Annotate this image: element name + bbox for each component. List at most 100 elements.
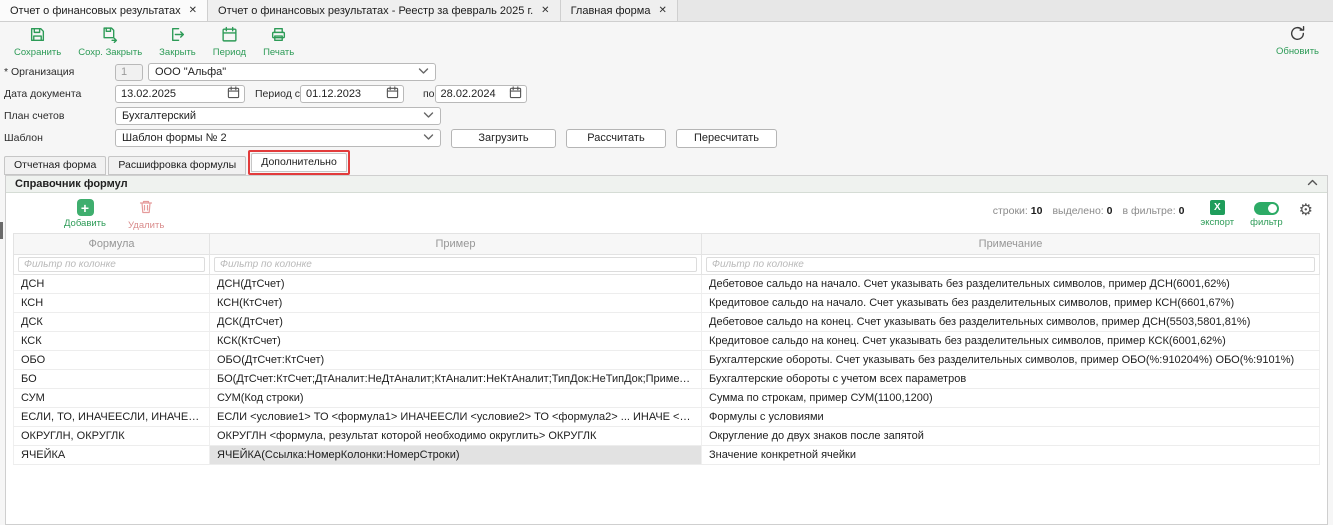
exit-door-icon — [169, 26, 186, 46]
close-button[interactable]: Закрыть — [159, 26, 196, 58]
organization-select[interactable]: ООО "Альфа" — [148, 63, 436, 81]
window-tab-main-form[interactable]: Главная форма ✕ — [561, 0, 678, 21]
table-cell[interactable]: Дебетовое сальдо на конец. Счет указыват… — [702, 313, 1320, 332]
table-cell[interactable]: Бухгалтерские обороты. Счет указывать бе… — [702, 351, 1320, 370]
table-row[interactable]: ЕСЛИ, ТО, ИНАЧЕЕСЛИ, ИНАЧЕ, КОНЕЦЕСЛИ <у… — [14, 408, 1320, 427]
toggle-on-icon[interactable] — [1254, 202, 1279, 215]
table-cell[interactable]: КСН(КтСчет) — [210, 294, 702, 313]
print-button[interactable]: Печать — [263, 26, 294, 58]
table-row[interactable]: КСККСК(КтСчет)Кредитовое сальдо на конец… — [14, 332, 1320, 351]
chart-of-accounts-select[interactable]: Бухгалтерский — [115, 107, 441, 125]
table-cell[interactable]: ОБО — [14, 351, 210, 370]
recalculate-button[interactable]: Пересчитать — [676, 129, 777, 148]
period-to-input[interactable] — [436, 87, 509, 101]
window-tab-label: Отчет о финансовых результатах - Реестр … — [218, 5, 533, 17]
filter-toggle[interactable]: фильтр — [1250, 200, 1283, 228]
period-from-input[interactable] — [301, 87, 386, 101]
table-cell[interactable]: ОБО(ДтСчет:КтСчет) — [210, 351, 702, 370]
table-cell[interactable]: БО — [14, 370, 210, 389]
period-from-field[interactable] — [300, 85, 404, 103]
table-cell[interactable]: СУМ — [14, 389, 210, 408]
load-button[interactable]: Загрузить — [451, 129, 556, 148]
table-row[interactable]: КСНКСН(КтСчет)Кредитовое сальдо на начал… — [14, 294, 1320, 313]
add-row-button[interactable]: + Добавить — [64, 199, 106, 229]
table-cell[interactable]: КСН — [14, 294, 210, 313]
table-row[interactable]: ДСНДСН(ДтСчет)Дебетовое сальдо на начало… — [14, 275, 1320, 294]
tab-report-form[interactable]: Отчетная форма — [4, 156, 106, 175]
table-filter-row — [14, 255, 1320, 275]
table-cell[interactable]: Сумма по строкам, пример СУМ(1100,1200) — [702, 389, 1320, 408]
table-cell[interactable]: Кредитовое сальдо на конец. Счет указыва… — [702, 332, 1320, 351]
table-cell[interactable]: Дебетовое сальдо на начало. Счет указыва… — [702, 275, 1320, 294]
table-row[interactable]: ЯЧЕЙКАЯЧЕЙКА(Ссылка:НомерКолонки:НомерСт… — [14, 446, 1320, 465]
gear-icon[interactable]: ⚙ — [1299, 203, 1313, 219]
close-icon[interactable]: ✕ — [541, 6, 549, 16]
save-button[interactable]: Сохранить — [14, 26, 61, 58]
table-row[interactable]: БОБО(ДтСчет:КтСчет;ДтАналит:НеДтАналит;К… — [14, 370, 1320, 389]
table-cell[interactable]: ЯЧЕЙКА(Ссылка:НомерКолонки:НомерСтроки) — [210, 446, 702, 465]
column-header-note[interactable]: Примечание — [702, 234, 1320, 255]
table-cell[interactable]: Бухгалтерские обороты с учетом всех пара… — [702, 370, 1320, 389]
table-cell[interactable]: СУМ(Код строки) — [210, 389, 702, 408]
calendar-icon[interactable] — [386, 86, 399, 102]
filtered-count-label: в фильтре: — [1122, 205, 1175, 217]
refresh-label: Обновить — [1276, 46, 1319, 57]
window-tab-registry[interactable]: Отчет о финансовых результатах - Реестр … — [208, 0, 561, 21]
save-label: Сохранить — [14, 47, 61, 58]
filter-input-note[interactable] — [706, 257, 1315, 272]
form-row-dates: Дата документа Период с по — [4, 83, 1333, 105]
table-cell[interactable]: ДСН(ДтСчет) — [210, 275, 702, 294]
column-header-formula[interactable]: Формула — [14, 234, 210, 255]
filter-input-formula[interactable] — [18, 257, 205, 272]
filter-input-example[interactable] — [214, 257, 697, 272]
table-cell[interactable]: ДСК(ДтСчет) — [210, 313, 702, 332]
table-cell[interactable]: Значение конкретной ячейки — [702, 446, 1320, 465]
delete-row-button[interactable]: Удалить — [128, 199, 164, 231]
close-icon[interactable]: ✕ — [189, 6, 197, 16]
print-label: Печать — [263, 47, 294, 58]
doc-date-input[interactable] — [116, 87, 227, 101]
calendar-icon[interactable] — [227, 86, 240, 102]
table-row[interactable]: СУМСУМ(Код строки)Сумма по строкам, прим… — [14, 389, 1320, 408]
table-cell[interactable]: БО(ДтСчет:КтСчет;ДтАналит:НеДтАналит;КтА… — [210, 370, 702, 389]
refresh-button[interactable]: Обновить — [1276, 25, 1319, 57]
table-row[interactable]: ДСКДСК(ДтСчет)Дебетовое сальдо на конец.… — [14, 313, 1320, 332]
table-cell[interactable]: ЕСЛИ <условие1> ТО <формула1> ИНАЧЕЕСЛИ … — [210, 408, 702, 427]
table-row[interactable]: ОБООБО(ДтСчет:КтСчет)Бухгалтерские оборо… — [14, 351, 1320, 370]
calendar-icon[interactable] — [509, 86, 522, 102]
table-cell[interactable]: ЕСЛИ, ТО, ИНАЧЕЕСЛИ, ИНАЧЕ, КОНЕЦ — [14, 408, 210, 427]
period-to-field[interactable] — [435, 85, 527, 103]
table-cell[interactable]: Округление до двух знаков после запятой — [702, 427, 1320, 446]
template-select[interactable]: Шаблон формы № 2 — [115, 129, 441, 147]
export-excel-button[interactable]: X экспорт — [1200, 200, 1234, 228]
rows-count-value: 10 — [1031, 205, 1043, 217]
chart-of-accounts-label: План счетов — [4, 110, 115, 122]
calculate-button[interactable]: Рассчитать — [566, 129, 666, 148]
table-cell[interactable]: Формулы с условиями — [702, 408, 1320, 427]
window-tab-report[interactable]: Отчет о финансовых результатах ✕ — [0, 0, 208, 21]
table-cell[interactable]: ДСН — [14, 275, 210, 294]
save-icon — [29, 26, 46, 46]
table-row[interactable]: ОКРУГЛН, ОКРУГЛКОКРУГЛН <формула, резуль… — [14, 427, 1320, 446]
table-cell[interactable]: ОКРУГЛН <формула, результат которой необ… — [210, 427, 702, 446]
table-cell[interactable]: КСК(КтСчет) — [210, 332, 702, 351]
save-close-button[interactable]: Сохр. Закрыть — [78, 26, 142, 58]
tab-additional[interactable]: Дополнительно — [251, 153, 347, 172]
column-header-example[interactable]: Пример — [210, 234, 702, 255]
collapse-chevron-icon[interactable] — [1307, 178, 1318, 190]
table-cell[interactable]: ОКРУГЛН, ОКРУГЛК — [14, 427, 210, 446]
table-cell[interactable]: ДСК — [14, 313, 210, 332]
chevron-down-icon — [423, 132, 434, 145]
grid-toolbar: + Добавить Удалить строки: 10 выделено: … — [6, 193, 1327, 233]
close-icon[interactable]: ✕ — [658, 6, 666, 16]
window-tab-bar: Отчет о финансовых результатах ✕ Отчет о… — [0, 0, 1333, 22]
period-button[interactable]: Период — [213, 26, 246, 58]
period-from-label: Период с — [255, 88, 300, 100]
panel-resize-handle[interactable] — [0, 222, 3, 239]
table-cell[interactable]: ЯЧЕЙКА — [14, 446, 210, 465]
tab-formula-decode[interactable]: Расшифровка формулы — [108, 156, 246, 175]
table-cell[interactable]: Кредитовое сальдо на начало. Счет указыв… — [702, 294, 1320, 313]
doc-date-field[interactable] — [115, 85, 245, 103]
table-cell[interactable]: КСК — [14, 332, 210, 351]
add-label: Добавить — [64, 218, 106, 229]
